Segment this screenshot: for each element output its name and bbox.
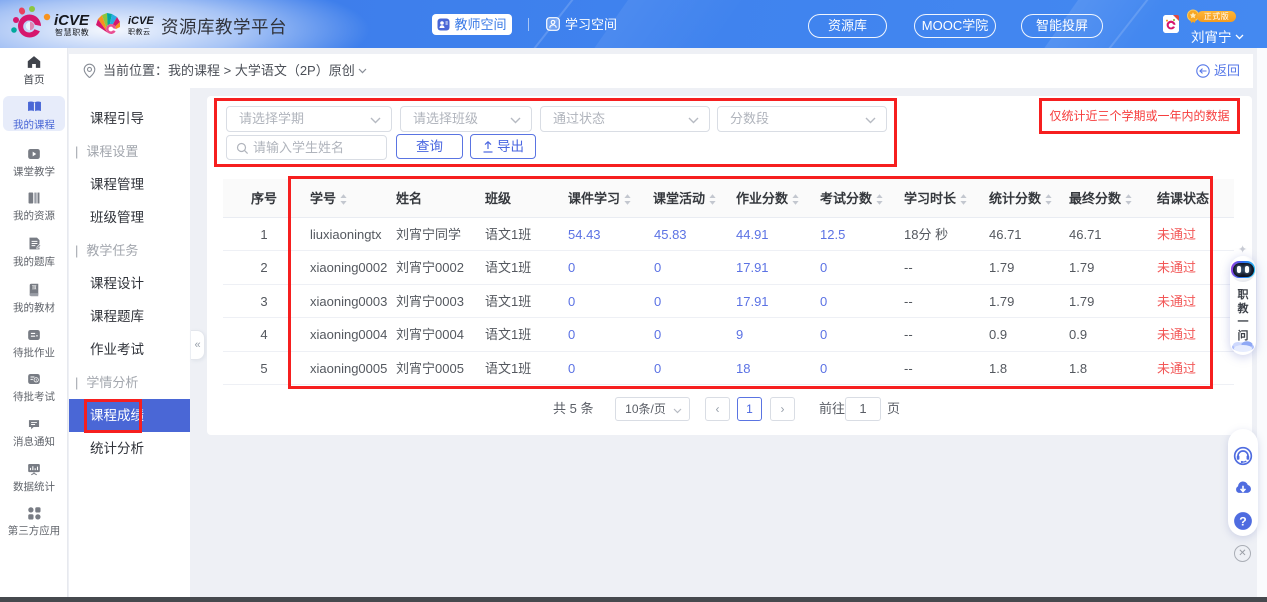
svg-text:教材: 教材 <box>31 285 37 289</box>
svg-text:?: ? <box>1239 514 1246 528</box>
